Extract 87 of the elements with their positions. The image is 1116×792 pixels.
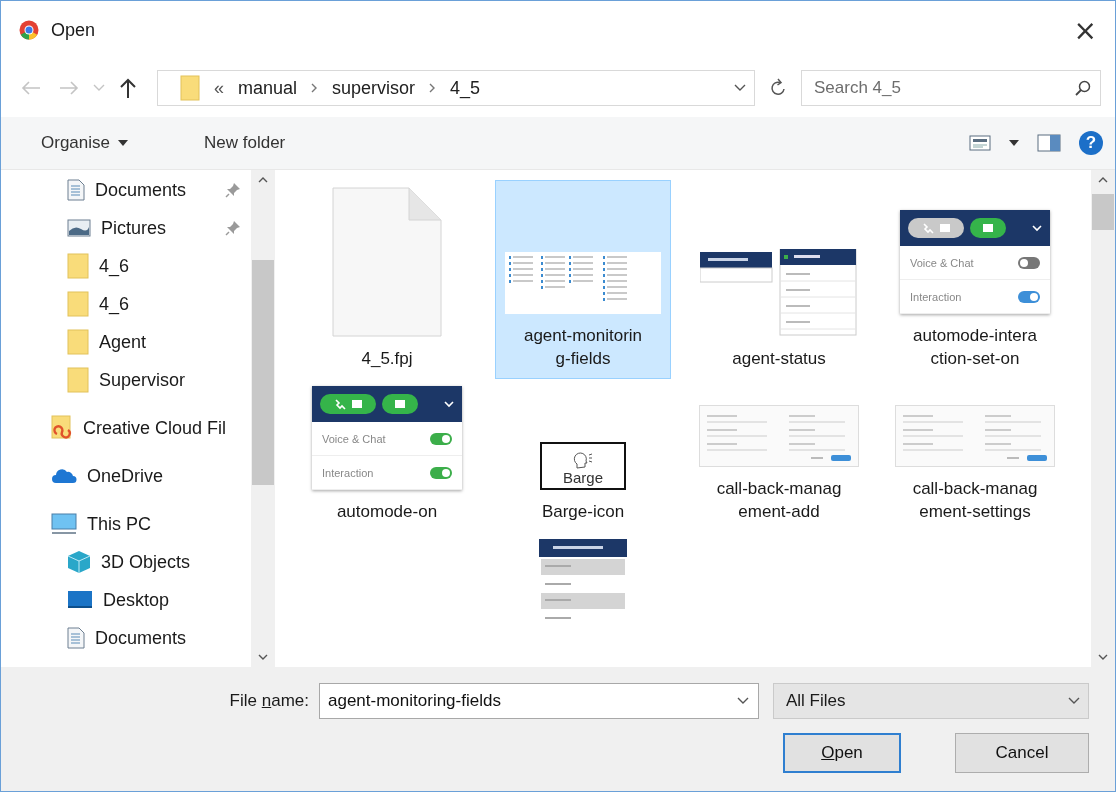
address-bar[interactable]: « manual supervisor 4_5	[157, 70, 755, 106]
default-button[interactable]: Open	[783, 733, 901, 773]
toggle-label: Interaction	[910, 290, 962, 303]
file-item[interactable]: call-back-manag ement-settings	[887, 379, 1063, 532]
caret-icon	[118, 140, 128, 146]
breadcrumb-separator-icon	[311, 83, 319, 93]
folder-icon	[67, 367, 89, 393]
file-name: automode-on	[336, 501, 438, 523]
caret-icon[interactable]	[1009, 140, 1019, 146]
file-item[interactable]: Barge Barge-icon	[495, 379, 671, 532]
document-icon	[67, 627, 85, 649]
file-name: automode-intera ction-set-on	[913, 325, 1037, 370]
file-name-field[interactable]: agent-monitoring-fields	[319, 683, 759, 719]
chevron-down-icon[interactable]	[737, 697, 749, 705]
file-name: agent-monitorin g-fields	[523, 325, 643, 370]
sidebar-item[interactable]: Documents	[1, 171, 251, 209]
search-icon[interactable]	[1075, 80, 1091, 96]
toggle-label: Voice & Chat	[322, 432, 386, 445]
message-pill-icon	[970, 218, 1006, 238]
icon-caption: Barge	[563, 470, 603, 486]
help-button[interactable]: ?	[1079, 131, 1103, 155]
sidebar-item[interactable]: Creative Cloud Fil	[1, 409, 251, 447]
close-button[interactable]: ×	[1067, 13, 1103, 47]
picture-icon	[67, 219, 91, 237]
desktop-icon	[67, 590, 93, 610]
breadcrumb[interactable]: supervisor	[332, 77, 416, 99]
breadcrumb[interactable]: manual	[238, 77, 298, 99]
sidebar-item[interactable]: Desktop	[1, 581, 251, 619]
folder-icon	[67, 291, 89, 317]
round-logo-icon	[19, 20, 39, 40]
sidebar-item[interactable]: Supervisor	[1, 361, 251, 399]
sidebar-item[interactable]: Pictures	[1, 209, 251, 247]
new-folder-button[interactable]: New folder	[186, 129, 304, 157]
toggle-label: Voice & Chat	[910, 256, 974, 269]
folder-icon	[180, 75, 200, 101]
folder-icon	[67, 253, 89, 279]
chevron-down-icon[interactable]	[734, 84, 746, 92]
scroll-down-icon[interactable]	[258, 654, 268, 660]
file-name-label: File name:	[229, 691, 309, 711]
computer-icon	[51, 513, 77, 535]
document-icon	[67, 179, 85, 201]
chevron-icon	[1032, 224, 1042, 232]
sidebar-item[interactable]: 4_6	[1, 247, 251, 285]
window-title: Open	[51, 19, 97, 41]
sidebar-item[interactable]: Agent	[1, 323, 251, 361]
file-item[interactable]: Voice & Chat Interaction automode-intera ction-set-on	[887, 180, 1063, 379]
overflow-chevron[interactable]: «	[214, 77, 224, 99]
organise-menu[interactable]: Organise	[23, 129, 146, 157]
blank-file-icon	[332, 187, 442, 337]
scroll-up-icon[interactable]	[258, 177, 268, 183]
file-item[interactable]: 4_5.fpj	[299, 180, 475, 379]
file-name: 4_5.fpj	[361, 348, 413, 370]
file-item[interactable]: Voice & Chat Interaction automode-on	[299, 379, 475, 532]
folder-icon	[67, 329, 89, 355]
file-item[interactable]: agent-monitorin g-fields	[495, 180, 671, 379]
sidebar-scrollbar[interactable]	[251, 170, 275, 667]
toggle-label: Interaction	[322, 466, 374, 479]
file-type-dropdown[interactable]: All Files	[773, 683, 1089, 719]
file-name: agent-status	[732, 348, 826, 370]
breadcrumb-separator-icon	[429, 83, 437, 93]
sidebar-item[interactable]: OneDrive	[1, 457, 251, 495]
sidebar-item[interactable]: 3D Objects	[1, 543, 251, 581]
scrollbar-thumb[interactable]	[252, 260, 274, 485]
cube-icon	[67, 550, 91, 574]
cloud-icon	[51, 468, 77, 484]
file-name: call-back-manag ement-settings	[912, 478, 1038, 523]
file-list-scrollbar[interactable]	[1091, 170, 1115, 667]
file-item[interactable]: agent-status	[691, 180, 867, 379]
message-pill-icon	[382, 394, 418, 414]
file-name: Barge-icon	[541, 501, 625, 523]
chevron-down-icon	[1068, 697, 1080, 705]
file-name: call-back-manag ement-add	[716, 478, 842, 523]
chevron-icon	[444, 400, 454, 408]
scroll-down-icon[interactable]	[1098, 654, 1108, 660]
scrollbar-thumb[interactable]	[1092, 194, 1114, 230]
speaking-head-icon	[572, 450, 594, 470]
file-item[interactable]: call-back-manag ement-add	[691, 379, 867, 532]
sidebar-item[interactable]: This PC	[1, 505, 251, 543]
sidebar-item[interactable]: 4_6	[1, 285, 251, 323]
search-field[interactable]: Search 4_5	[801, 70, 1101, 106]
sidebar-item[interactable]: Documents	[1, 619, 251, 657]
preview-pane-icon[interactable]	[1037, 134, 1061, 152]
breadcrumb[interactable]: 4_5	[450, 77, 481, 99]
folder-swirl-icon	[51, 415, 73, 441]
scroll-up-icon[interactable]	[1098, 177, 1108, 183]
view-icon[interactable]	[969, 135, 991, 151]
dialog-button[interactable]: Cancel	[955, 733, 1089, 773]
